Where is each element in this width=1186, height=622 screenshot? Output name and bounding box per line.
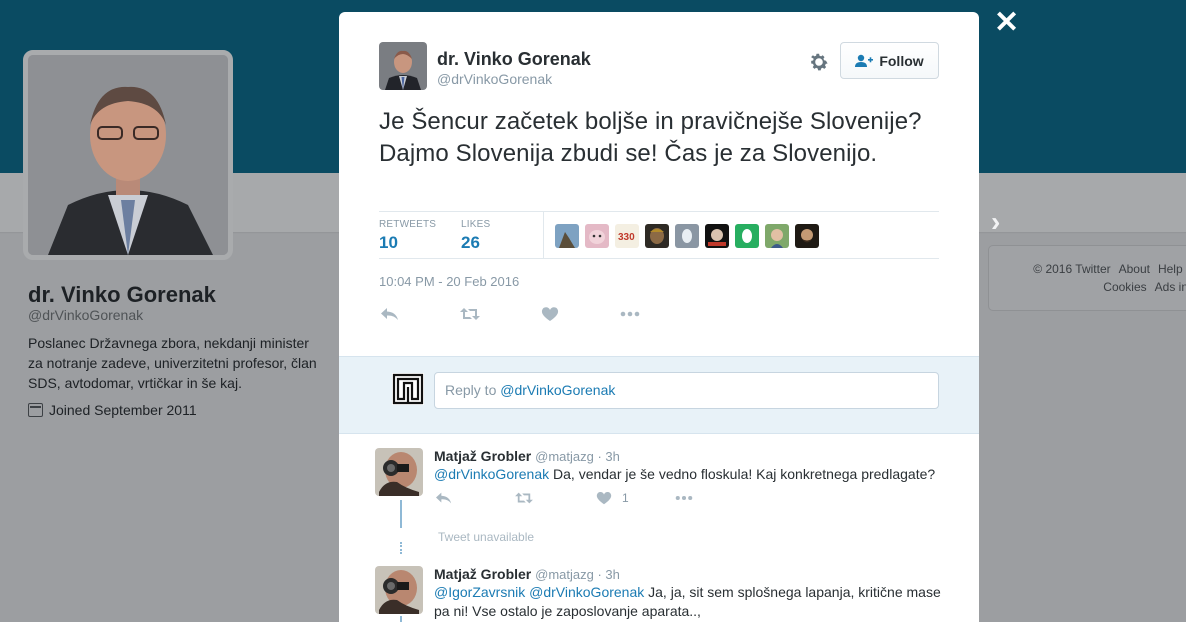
retweet-icon[interactable] bbox=[459, 305, 481, 323]
liker-avatar[interactable] bbox=[585, 224, 609, 248]
reply-tweet[interactable]: Matjaž Grobler @matjazg · 3h @drVinkoGor… bbox=[375, 448, 955, 508]
profile-name: dr. Vinko Gorenak bbox=[28, 282, 216, 307]
likes-stat[interactable]: LIKES 26 bbox=[461, 219, 490, 253]
profile-avatar[interactable] bbox=[23, 50, 233, 260]
liker-avatar[interactable] bbox=[735, 224, 759, 248]
user-avatar[interactable] bbox=[392, 373, 424, 405]
reply-author-display-name: Matjaž Grobler bbox=[434, 566, 532, 582]
reply-author-meta: @matjazg · 3h bbox=[535, 449, 620, 464]
svg-text:330: 330 bbox=[618, 232, 635, 243]
more-icon[interactable] bbox=[619, 305, 641, 323]
profile-photo bbox=[28, 55, 228, 255]
reply-mention[interactable]: @drVinkoGorenak bbox=[434, 466, 549, 482]
author-handle[interactable]: @drVinkoGorenak bbox=[437, 71, 552, 87]
tweet-modal: dr. Vinko Gorenak @drVinkoGorenak Follow… bbox=[339, 12, 979, 622]
footer-copyright: © 2016 Twitter bbox=[1033, 262, 1111, 276]
tweet-stats: RETWEETS 10 LIKES 26 330 bbox=[379, 211, 939, 259]
tweet-text: Je Šencur začetek boljše in pravičnejše … bbox=[379, 108, 922, 167]
reply-author-avatar[interactable] bbox=[375, 448, 423, 496]
reply-author-avatar[interactable] bbox=[375, 566, 423, 614]
retweet-icon[interactable] bbox=[514, 489, 534, 507]
reply-placeholder-prefix: Reply to bbox=[445, 382, 501, 398]
heart-icon[interactable] bbox=[539, 305, 561, 323]
liker-avatar[interactable] bbox=[675, 224, 699, 248]
reply-author-name[interactable]: Matjaž Grobler @matjazg · 3h bbox=[434, 566, 620, 582]
footer-links: © 2016 TwitterAboutHelpT CookiesAds info bbox=[1008, 260, 1186, 296]
retweets-label: RETWEETS bbox=[379, 219, 437, 230]
follow-button[interactable]: Follow bbox=[840, 42, 939, 79]
reply-placeholder-mention: @drVinkoGorenak bbox=[500, 382, 616, 398]
thread-connector-dots bbox=[400, 542, 402, 554]
reply-icon[interactable] bbox=[379, 305, 401, 323]
reply-author-meta: @matjazg · 3h bbox=[535, 567, 620, 582]
footer-about-link[interactable]: About bbox=[1119, 262, 1150, 276]
liker-avatar[interactable] bbox=[555, 224, 579, 248]
footer-ads-link[interactable]: Ads info bbox=[1155, 280, 1186, 294]
liker-avatars: 330 bbox=[555, 224, 819, 248]
liker-avatar[interactable] bbox=[645, 224, 669, 248]
retweets-stat[interactable]: RETWEETS 10 bbox=[379, 219, 436, 253]
profile-bio: Poslanec Državnega zbora, nekdanji minis… bbox=[28, 335, 317, 391]
author-avatar[interactable] bbox=[379, 42, 427, 90]
liker-avatar[interactable] bbox=[705, 224, 729, 248]
reply-author-display-name: Matjaž Grobler bbox=[434, 448, 532, 464]
more-icon[interactable] bbox=[674, 489, 694, 507]
author-name[interactable]: dr. Vinko Gorenak bbox=[437, 49, 591, 70]
liker-avatar[interactable] bbox=[765, 224, 789, 248]
likes-count: 26 bbox=[461, 233, 480, 252]
tweet-timestamp[interactable]: 10:04 PM - 20 Feb 2016 bbox=[379, 274, 519, 289]
chevron-right-icon[interactable]: › bbox=[991, 206, 1000, 238]
reply-composer: Reply to @drVinkoGorenak bbox=[339, 356, 979, 434]
joined-text: Joined September 2011 bbox=[49, 402, 197, 418]
profile-handle: @drVinkoGorenak bbox=[28, 307, 144, 323]
retweets-count: 10 bbox=[379, 233, 398, 252]
reply-input[interactable]: Reply to @drVinkoGorenak bbox=[434, 372, 939, 409]
footer-help-link[interactable]: Help bbox=[1158, 262, 1183, 276]
reply-tweet[interactable]: Matjaž Grobler @matjazg · 3h @IgorZavrsn… bbox=[375, 566, 955, 622]
liker-avatar[interactable] bbox=[795, 224, 819, 248]
tweet-unavailable: Tweet unavailable bbox=[438, 530, 535, 544]
tweet-header: dr. Vinko Gorenak @drVinkoGorenak Follow bbox=[379, 42, 939, 92]
close-icon[interactable]: ✕ bbox=[994, 8, 1019, 38]
add-person-icon bbox=[855, 54, 874, 67]
profile-joined: Joined September 2011 bbox=[28, 402, 197, 418]
likes-label: LIKES bbox=[461, 219, 491, 230]
follow-label: Follow bbox=[879, 52, 924, 69]
gear-icon[interactable] bbox=[807, 50, 831, 74]
footer-cookies-link[interactable]: Cookies bbox=[1103, 280, 1146, 294]
reply-actions: 1 bbox=[434, 489, 834, 507]
stats-divider bbox=[543, 212, 544, 258]
reply-text: @IgorZavrsnik @drVinkoGorenak Ja, ja, si… bbox=[434, 583, 944, 621]
calendar-icon bbox=[28, 403, 43, 417]
reply-author-name[interactable]: Matjaž Grobler @matjazg · 3h bbox=[434, 448, 620, 464]
heart-icon[interactable]: 1 bbox=[594, 489, 629, 507]
reply-body: Da, vendar je še vedno floskula! Kaj kon… bbox=[549, 466, 936, 482]
reply-mention[interactable]: @IgorZavrsnik @drVinkoGorenak bbox=[434, 584, 644, 600]
reply-like-count: 1 bbox=[622, 491, 629, 505]
liker-avatar[interactable]: 330 bbox=[615, 224, 639, 248]
reply-icon[interactable] bbox=[434, 489, 454, 507]
reply-text: @drVinkoGorenak Da, vendar je še vedno f… bbox=[434, 465, 944, 484]
